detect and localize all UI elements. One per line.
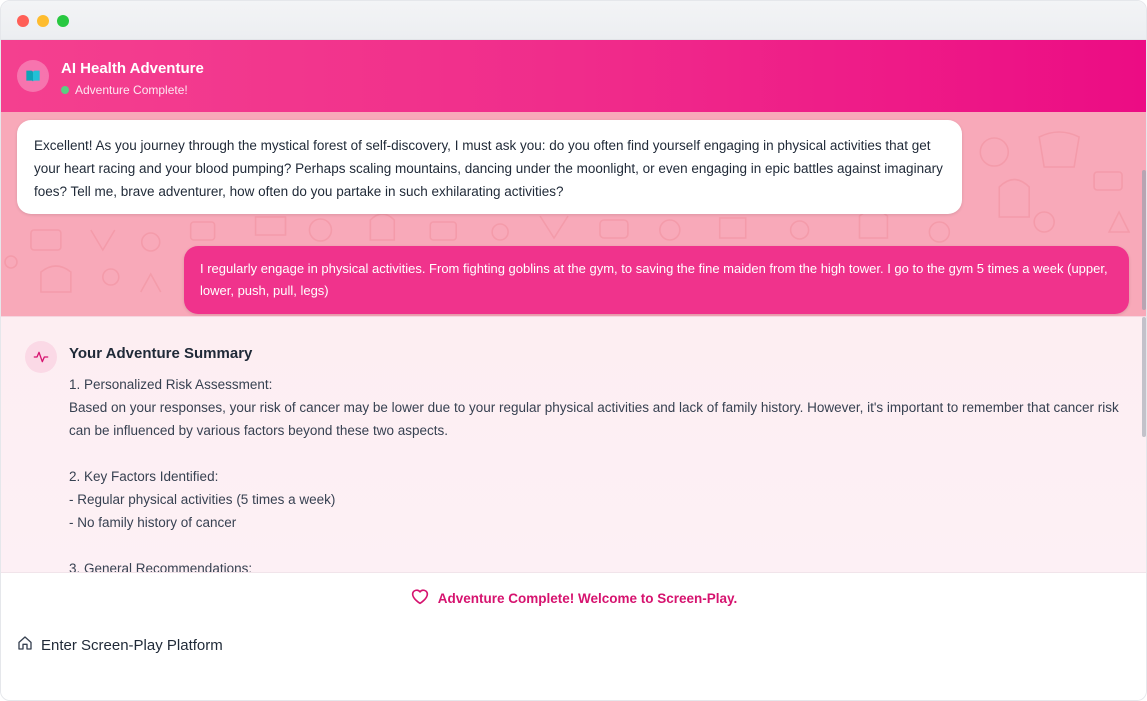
app-title: AI Health Adventure [61, 60, 204, 77]
summary-scrollbar[interactable] [1142, 317, 1146, 437]
status-dot-icon [61, 86, 69, 94]
summary-body: 1. Personalized Risk Assessment: Based o… [69, 377, 1119, 572]
heart-icon [410, 587, 430, 610]
close-window-button[interactable] [17, 15, 29, 27]
status-indicator: Adventure Complete! [61, 83, 188, 97]
chat-messages[interactable]: Excellent! As you journey through the my… [1, 112, 1146, 316]
activity-pulse-icon [25, 341, 57, 373]
completion-banner: Adventure Complete! Welcome to Screen-Pl… [1, 587, 1146, 610]
user-message: I regularly engage in physical activitie… [184, 246, 1129, 314]
window-titlebar [1, 1, 1146, 40]
completion-message: Adventure Complete! Welcome to Screen-Pl… [437, 591, 738, 606]
adventure-summary-panel[interactable]: Your Adventure Summary 1. Personalized R… [1, 316, 1146, 572]
status-text: Adventure Complete! [75, 83, 188, 97]
enter-platform-button[interactable]: Enter Screen-Play Platform [17, 635, 223, 656]
home-icon [17, 635, 33, 656]
chat-header: AI Health Adventure Adventure Complete! [1, 40, 1146, 112]
maximize-window-button[interactable] [57, 15, 69, 27]
app-window: AI Health Adventure Adventure Complete! [0, 0, 1147, 701]
enter-platform-label: Enter Screen-Play Platform [41, 637, 223, 654]
book-icon [17, 60, 49, 92]
footer: Adventure Complete! Welcome to Screen-Pl… [1, 572, 1146, 700]
minimize-window-button[interactable] [37, 15, 49, 27]
assistant-message: Excellent! As you journey through the my… [17, 120, 962, 214]
summary-title: Your Adventure Summary [69, 345, 253, 362]
chat-scrollbar[interactable] [1142, 170, 1146, 310]
